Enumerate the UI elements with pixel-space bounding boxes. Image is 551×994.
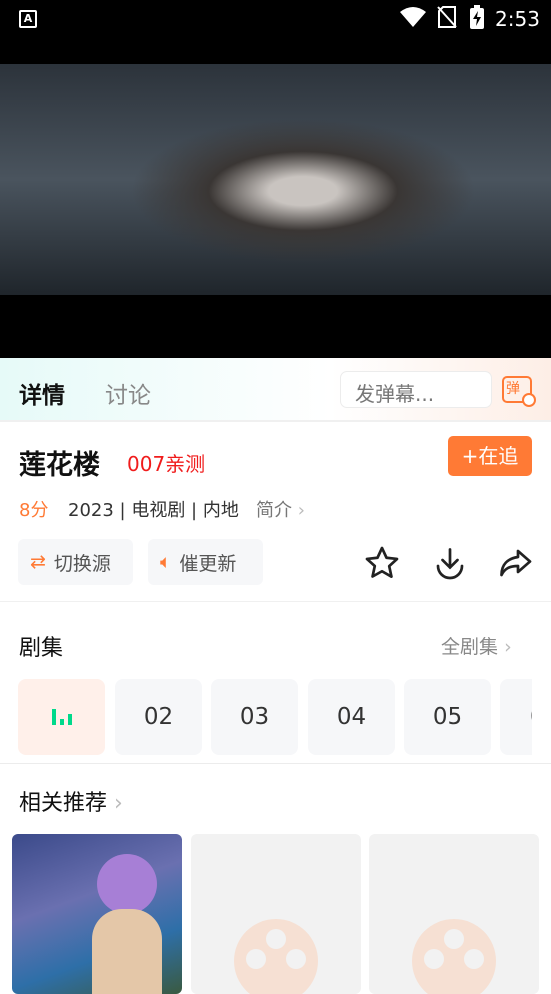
urge-update-button[interactable]: 🔈︎ 催更新 xyxy=(148,539,263,585)
show-tag: 007亲测 xyxy=(127,452,206,476)
film-reel-icon xyxy=(412,919,496,994)
danmu-toggle-label: 弹 xyxy=(506,381,520,397)
a-icon: A xyxy=(19,10,37,28)
share-icon[interactable] xyxy=(497,545,533,581)
show-title: 莲花楼 xyxy=(19,450,100,481)
episode-3[interactable]: 03 xyxy=(211,679,298,755)
tab-details[interactable]: 详情 xyxy=(19,376,65,410)
speaker-icon: 🔈︎ xyxy=(160,551,172,573)
related-link[interactable]: 相关推荐 › xyxy=(19,785,123,817)
video-player[interactable] xyxy=(0,64,551,358)
episode-5[interactable]: 05 xyxy=(404,679,491,755)
film-reel-icon xyxy=(234,919,318,994)
danmu-input[interactable]: 发弹幕... xyxy=(340,371,492,408)
wifi-icon xyxy=(400,7,426,27)
star-icon[interactable] xyxy=(364,545,400,581)
episode-2[interactable]: 02 xyxy=(115,679,202,755)
show-meta: 2023 | 电视剧 | 内地 xyxy=(68,500,239,521)
playing-bars-icon xyxy=(51,709,72,725)
danmu-toggle-icon[interactable]: 弹 xyxy=(502,376,536,407)
episodes-title: 剧集 xyxy=(19,636,64,661)
intro-label: 简介 xyxy=(256,500,292,521)
follow-button[interactable]: +在追 xyxy=(448,436,532,476)
chevron-right-icon: › xyxy=(504,636,512,658)
switch-source-label: 切换源 xyxy=(53,552,111,575)
divider xyxy=(0,601,551,602)
intro-link[interactable]: 简介 › xyxy=(256,496,305,522)
urge-update-label: 催更新 xyxy=(179,552,237,575)
tab-discussion[interactable]: 讨论 xyxy=(105,376,151,410)
download-icon[interactable] xyxy=(432,545,468,581)
related-card[interactable] xyxy=(12,834,182,994)
episode-1-playing[interactable] xyxy=(18,679,105,755)
video-frame xyxy=(0,64,551,295)
clock: 2:53 xyxy=(495,7,540,31)
chevron-right-icon: › xyxy=(114,791,123,816)
battery-charging-icon xyxy=(470,5,484,29)
poster-image xyxy=(97,854,157,914)
no-sim-icon xyxy=(437,6,457,28)
related-card-placeholder[interactable] xyxy=(369,834,539,994)
related-card-placeholder[interactable] xyxy=(191,834,361,994)
divider xyxy=(0,763,551,764)
score: 8分 xyxy=(19,500,49,521)
status-bar: A 2:53 xyxy=(0,0,551,64)
all-episodes-link[interactable]: 全剧集 › xyxy=(441,632,512,659)
episode-4[interactable]: 04 xyxy=(308,679,395,755)
repeat-icon: ⇄ xyxy=(30,551,46,573)
episode-6[interactable]: 06 xyxy=(500,679,532,755)
all-episodes-label: 全剧集 xyxy=(441,636,499,658)
related-title: 相关推荐 xyxy=(19,791,108,816)
switch-source-button[interactable]: ⇄ 切换源 xyxy=(18,539,133,585)
chevron-right-icon: › xyxy=(297,500,305,521)
